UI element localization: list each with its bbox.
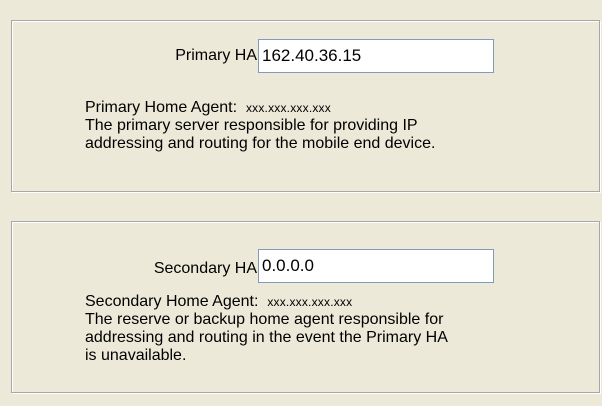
settings-panel: Primary HA Primary Home Agent: xxx.xxx.x…	[0, 0, 602, 406]
secondary-ha-desc-line: The reserve or backup home agent respons…	[85, 311, 444, 328]
secondary-ha-mask: xxx.xxx.xxx.xxx	[267, 295, 353, 309]
secondary-ha-help: Secondary Home Agent: xxx.xxx.xxx.xxx Th…	[85, 293, 585, 365]
primary-ha-desc-line: The primary server responsible for provi…	[85, 117, 418, 134]
secondary-ha-heading-text: Secondary Home Agent:	[85, 293, 259, 310]
primary-ha-help: Primary Home Agent: xxx.xxx.xxx.xxx The …	[85, 99, 585, 153]
secondary-ha-label: Secondary HA	[153, 260, 257, 277]
primary-ha-heading-text: Primary Home Agent:	[85, 99, 238, 116]
secondary-ha-help-heading: Secondary Home Agent: xxx.xxx.xxx.xxx	[85, 293, 585, 311]
secondary-ha-input[interactable]	[258, 249, 494, 283]
primary-ha-mask: xxx.xxx.xxx.xxx	[245, 101, 331, 115]
primary-ha-input[interactable]	[258, 39, 494, 73]
primary-ha-desc-line: addressing and routing for the mobile en…	[85, 135, 436, 152]
primary-ha-label: Primary HA	[175, 47, 257, 64]
secondary-ha-desc-line: is unavailable.	[85, 347, 187, 364]
primary-ha-group: Primary HA Primary Home Agent: xxx.xxx.x…	[11, 20, 600, 192]
secondary-ha-group: Secondary HA Secondary Home Agent: xxx.x…	[11, 221, 600, 393]
secondary-ha-desc-line: addressing and routing in the event the …	[85, 329, 448, 346]
primary-ha-help-heading: Primary Home Agent: xxx.xxx.xxx.xxx	[85, 99, 585, 117]
